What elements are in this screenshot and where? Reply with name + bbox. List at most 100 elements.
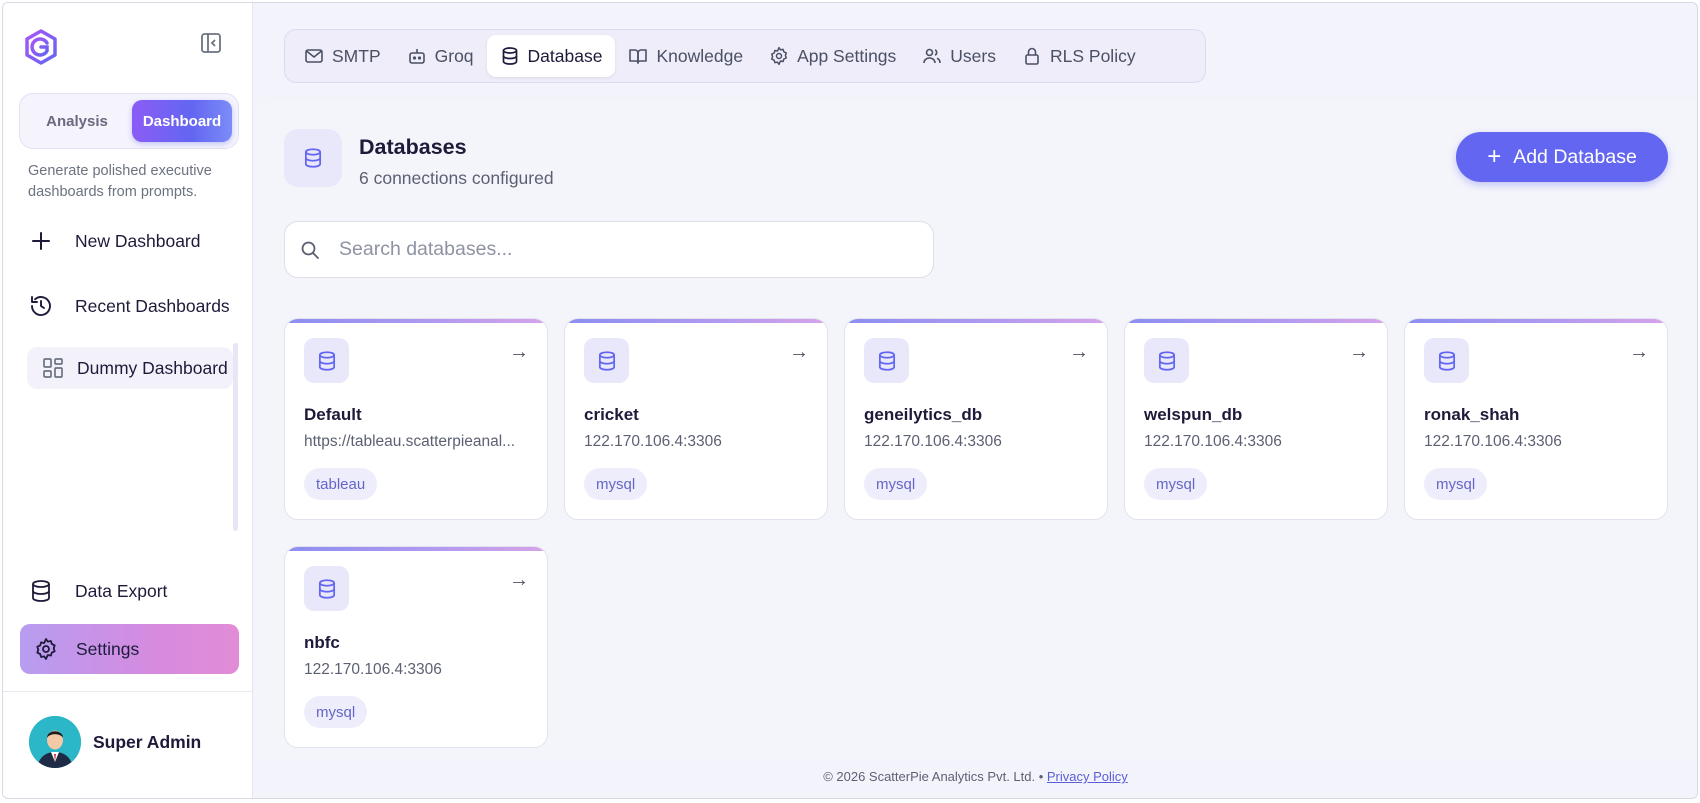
database-icon	[1144, 338, 1189, 383]
lock-icon	[1022, 46, 1042, 66]
sidebar-divider	[3, 691, 253, 692]
database-type-badge: mysql	[1424, 468, 1488, 500]
tab-users[interactable]: Users	[909, 35, 1009, 77]
sidebar-item-new-dashboard[interactable]: New Dashboard	[27, 219, 239, 263]
database-icon	[304, 338, 349, 383]
tab-smtp[interactable]: SMTP	[291, 35, 394, 77]
user-name: Super Admin	[93, 731, 202, 752]
database-host: 122.170.106.4:3306	[1144, 433, 1282, 450]
sidebar-item-recent-dashboards[interactable]: Recent Dashboards	[27, 284, 239, 328]
tab-rls-policy[interactable]: RLS Policy	[1009, 35, 1149, 77]
page-title: Databases	[359, 135, 467, 159]
tab-label: App Settings	[797, 45, 897, 66]
database-card-cricket[interactable]: → cricket 122.170.106.4:3306 mysql	[564, 318, 828, 520]
database-host: https://tableau.scatterpieanal...	[304, 433, 516, 450]
database-name: nbfc	[304, 633, 340, 652]
arrow-right-icon[interactable]: →	[1629, 341, 1649, 364]
database-name: welspun_db	[1144, 405, 1243, 424]
database-card-default[interactable]: → Default https://tableau.scatterpieanal…	[284, 318, 548, 520]
footer: © 2026 ScatterPie Analytics Pvt. Ltd. • …	[254, 769, 1697, 784]
database-type-badge: mysql	[304, 696, 368, 728]
arrow-right-icon[interactable]: →	[789, 341, 809, 364]
arrow-right-icon[interactable]: →	[509, 341, 529, 364]
database-type-badge: mysql	[1144, 468, 1208, 500]
sidebar-item-label: New Dashboard	[75, 230, 201, 251]
arrow-right-icon[interactable]: →	[509, 569, 529, 592]
add-database-label: Add Database	[1513, 145, 1637, 168]
databases-panel: Databases 6 connections configured + Add…	[254, 101, 1697, 759]
collapse-sidebar-icon[interactable]	[199, 31, 223, 55]
settings-tabs: SMTP Groq Database Knowledge App Setting…	[284, 29, 1206, 83]
database-card-welspun-db[interactable]: → welspun_db 122.170.106.4:3306 mysql	[1124, 318, 1388, 520]
database-type-badge: tableau	[304, 468, 378, 500]
tab-label: RLS Policy	[1050, 45, 1136, 66]
logo-icon[interactable]	[23, 29, 59, 65]
history-icon	[27, 292, 55, 320]
search-icon	[299, 239, 321, 261]
tab-label: Groq	[434, 45, 474, 66]
search-box	[284, 221, 934, 278]
main-content: SMTP Groq Database Knowledge App Setting…	[254, 3, 1697, 798]
database-host: 122.170.106.4:3306	[304, 661, 442, 678]
book-icon	[628, 46, 648, 66]
sidebar-item-label: Dummy Dashboard	[77, 357, 228, 378]
tab-knowledge[interactable]: Knowledge	[615, 35, 756, 77]
sidebar-tagline: Generate polished executive dashboards f…	[28, 163, 212, 200]
database-name: cricket	[584, 405, 639, 424]
tab-database[interactable]: Database	[486, 35, 616, 77]
sidebar-item-label: Data Export	[75, 580, 168, 601]
database-host: 122.170.106.4:3306	[1424, 433, 1562, 450]
mode-dashboard-button[interactable]: Dashboard	[132, 100, 232, 142]
user-profile[interactable]: Super Admin	[29, 716, 201, 768]
tab-label: SMTP	[332, 45, 381, 66]
sidebar-item-label: Settings	[76, 638, 140, 659]
database-icon	[1424, 338, 1469, 383]
privacy-policy-link[interactable]: Privacy Policy	[1047, 769, 1128, 784]
database-card-ronak-shah[interactable]: → ronak_shah 122.170.106.4:3306 mysql	[1404, 318, 1668, 520]
page-subtitle: 6 connections configured	[359, 168, 554, 188]
gear-icon	[769, 46, 789, 66]
mode-analysis-button[interactable]: Analysis	[28, 100, 126, 142]
plus-icon	[27, 227, 55, 255]
mode-toggle: Analysis Dashboard	[19, 93, 239, 149]
users-icon	[922, 46, 942, 66]
tab-groq[interactable]: Groq	[394, 35, 487, 77]
database-name: geneilytics_db	[864, 405, 983, 424]
database-name: Default	[304, 405, 362, 424]
add-database-button[interactable]: + Add Database	[1456, 132, 1668, 182]
sidebar-item-data-export[interactable]: Data Export	[27, 569, 239, 613]
search-input[interactable]	[339, 238, 899, 261]
database-name: ronak_shah	[1424, 405, 1520, 424]
database-host: 122.170.106.4:3306	[584, 433, 722, 450]
database-icon	[304, 566, 349, 611]
arrow-right-icon[interactable]: →	[1349, 341, 1369, 364]
sidebar-item-settings[interactable]: Settings	[20, 624, 239, 674]
database-type-badge: mysql	[584, 468, 648, 500]
database-icon	[500, 46, 520, 66]
mail-icon	[304, 46, 324, 66]
sidebar-scrollbar[interactable]	[233, 343, 238, 531]
gear-icon	[32, 635, 60, 663]
database-icon	[864, 338, 909, 383]
database-host: 122.170.106.4:3306	[864, 433, 1002, 450]
tab-label: Users	[950, 45, 996, 66]
avatar	[29, 716, 81, 768]
footer-copyright: © 2026 ScatterPie Analytics Pvt. Ltd. •	[823, 769, 1044, 784]
bot-icon	[407, 46, 427, 66]
tab-label: Knowledge	[656, 45, 744, 66]
sidebar-item-dummy-dashboard[interactable]: Dummy Dashboard	[27, 347, 233, 389]
plus-icon: +	[1487, 143, 1502, 170]
tab-app-settings[interactable]: App Settings	[756, 35, 909, 77]
database-icon	[284, 129, 342, 187]
sidebar: Analysis Dashboard Generate polished exe…	[3, 3, 253, 798]
dashboard-grid-icon	[39, 354, 67, 382]
database-type-badge: mysql	[864, 468, 928, 500]
database-card-nbfc[interactable]: → nbfc 122.170.106.4:3306 mysql	[284, 546, 548, 748]
tab-label: Database	[527, 45, 603, 66]
arrow-right-icon[interactable]: →	[1069, 341, 1089, 364]
sidebar-item-label: Recent Dashboards	[75, 295, 230, 316]
database-card-geneilytics-db[interactable]: → geneilytics_db 122.170.106.4:3306 mysq…	[844, 318, 1108, 520]
database-grid: → Default https://tableau.scatterpieanal…	[284, 318, 1674, 758]
app-window: Analysis Dashboard Generate polished exe…	[2, 2, 1698, 799]
database-icon	[27, 577, 55, 605]
